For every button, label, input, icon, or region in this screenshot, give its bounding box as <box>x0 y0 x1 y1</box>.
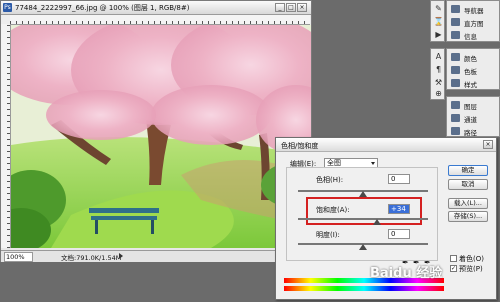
document-title-bar[interactable]: Ps 77484_2222997_66.jpg @ 100% (图层 1, RG… <box>1 1 311 15</box>
save-button[interactable]: 存储(S)... <box>448 211 488 222</box>
panel-item-paths[interactable]: 路径 <box>449 125 500 137</box>
info-icon <box>451 31 460 39</box>
saturation-value-field[interactable]: +34 <box>388 204 410 214</box>
clone-source-icon[interactable]: ⊕ <box>433 88 444 99</box>
dialog-title: 色相/饱和度 <box>281 142 319 150</box>
dialog-title-bar[interactable]: 色相/饱和度 × <box>276 138 496 152</box>
preview-checkbox[interactable]: ✓ <box>450 265 457 272</box>
ruler-origin[interactable] <box>1 15 10 24</box>
preview-label: 预览(P) <box>459 265 483 273</box>
history-tool-icon[interactable]: ⌛ <box>433 16 444 27</box>
panel-item-layers[interactable]: 图层 <box>449 99 500 111</box>
ok-button[interactable]: 确定 <box>448 165 488 176</box>
load-button[interactable]: 载入(L)... <box>448 198 488 209</box>
zoom-level-field[interactable]: 100% <box>4 252 33 262</box>
document-status-bar: 100% 文档:791.0K/1.54M <box>1 250 311 262</box>
panel-column: ✎ ⌛ ▶ A ¶ ⚒ ⊕ 导航器直方图信息 颜色色板样式 图层通道路径 <box>430 0 500 137</box>
colorize-label: 着色(O) <box>459 255 484 263</box>
document-size-info: 文档:791.0K/1.54M <box>61 254 122 262</box>
styles-icon <box>451 79 460 87</box>
chevron-down-icon <box>371 162 375 165</box>
vertical-ruler[interactable] <box>1 24 11 248</box>
panel-item-styles[interactable]: 样式 <box>449 77 500 89</box>
panel-item-label: 颜色 <box>464 55 477 63</box>
document-title: 77484_2222997_66.jpg @ 100% (图层 1, RGB/8… <box>15 4 190 12</box>
maximize-button[interactable]: □ <box>286 3 296 12</box>
panel-item-label: 直方图 <box>464 20 484 28</box>
saturation-slider-track[interactable] <box>298 218 428 220</box>
panel-item-label: 路径 <box>464 129 477 137</box>
panel-item-label: 信息 <box>464 33 477 41</box>
edit-dropdown-value: 全图 <box>327 159 341 167</box>
panel-item-label: 通道 <box>464 116 477 124</box>
saturation-label: 饱和度(A): <box>316 206 350 214</box>
panel-item-histogram[interactable]: 直方图 <box>449 16 500 28</box>
cancel-button[interactable]: 取消 <box>448 179 488 190</box>
status-menu-arrow-icon[interactable] <box>119 253 123 259</box>
panel-toolstrip-top: ✎ ⌛ ▶ <box>430 0 445 42</box>
colorize-checkbox[interactable] <box>450 255 457 262</box>
lightness-label: 明度(I): <box>316 231 340 239</box>
minimize-button[interactable]: _ <box>275 3 285 12</box>
layers-icon <box>451 101 460 109</box>
panel-item-label: 样式 <box>464 81 477 89</box>
action-tool-icon[interactable]: ▶ <box>433 29 444 40</box>
layers-panel-group: 图层 通道 路径 <box>446 96 500 137</box>
image-canvas[interactable] <box>11 25 311 248</box>
output-hue-bar <box>284 286 444 291</box>
watermark: Baidu 经验 <box>370 266 443 281</box>
tool-preset-icon[interactable]: ⚒ <box>433 77 444 88</box>
histogram-icon <box>451 18 460 26</box>
paragraph-tool-icon[interactable]: ¶ <box>433 64 444 75</box>
panel-item-info[interactable]: 信息 <box>449 29 500 41</box>
character-tool-icon[interactable]: A <box>433 51 444 62</box>
color-panel-group: 颜色 色板 样式 <box>446 48 500 90</box>
lightness-slider-thumb[interactable] <box>359 244 367 250</box>
paths-icon <box>451 127 460 135</box>
panel-toolstrip-middle: A ¶ ⚒ ⊕ <box>430 48 445 100</box>
panel-item-navigator[interactable]: 导航器 <box>449 3 500 15</box>
hue-value-field[interactable]: 0 <box>388 174 410 184</box>
dialog-close-button[interactable]: × <box>483 140 493 149</box>
navigator-icon <box>451 5 460 13</box>
saturation-slider-thumb[interactable] <box>373 219 381 225</box>
panel-item-label: 导航器 <box>464 7 484 15</box>
close-button[interactable]: × <box>297 3 307 12</box>
brush-tool-icon[interactable]: ✎ <box>433 3 444 14</box>
panel-item-swatches[interactable]: 色板 <box>449 64 500 76</box>
panel-item-label: 色板 <box>464 68 477 76</box>
color-icon <box>451 53 460 61</box>
navigator-panel-group: 导航器 直方图 信息 <box>446 0 500 42</box>
hue-label: 色相(H): <box>316 176 344 184</box>
swatches-icon <box>451 66 460 74</box>
channels-icon <box>451 114 460 122</box>
document-window: Ps 77484_2222997_66.jpg @ 100% (图层 1, RG… <box>0 0 312 262</box>
lightness-value-field[interactable]: 0 <box>388 229 410 239</box>
panel-item-label: 图层 <box>464 103 477 111</box>
horizontal-ruler[interactable] <box>10 15 310 25</box>
cherry-blossom-park-image <box>11 25 311 248</box>
panel-item-color[interactable]: 颜色 <box>449 51 500 63</box>
photoshop-app-icon: Ps <box>3 3 12 12</box>
panel-item-channels[interactable]: 通道 <box>449 112 500 124</box>
